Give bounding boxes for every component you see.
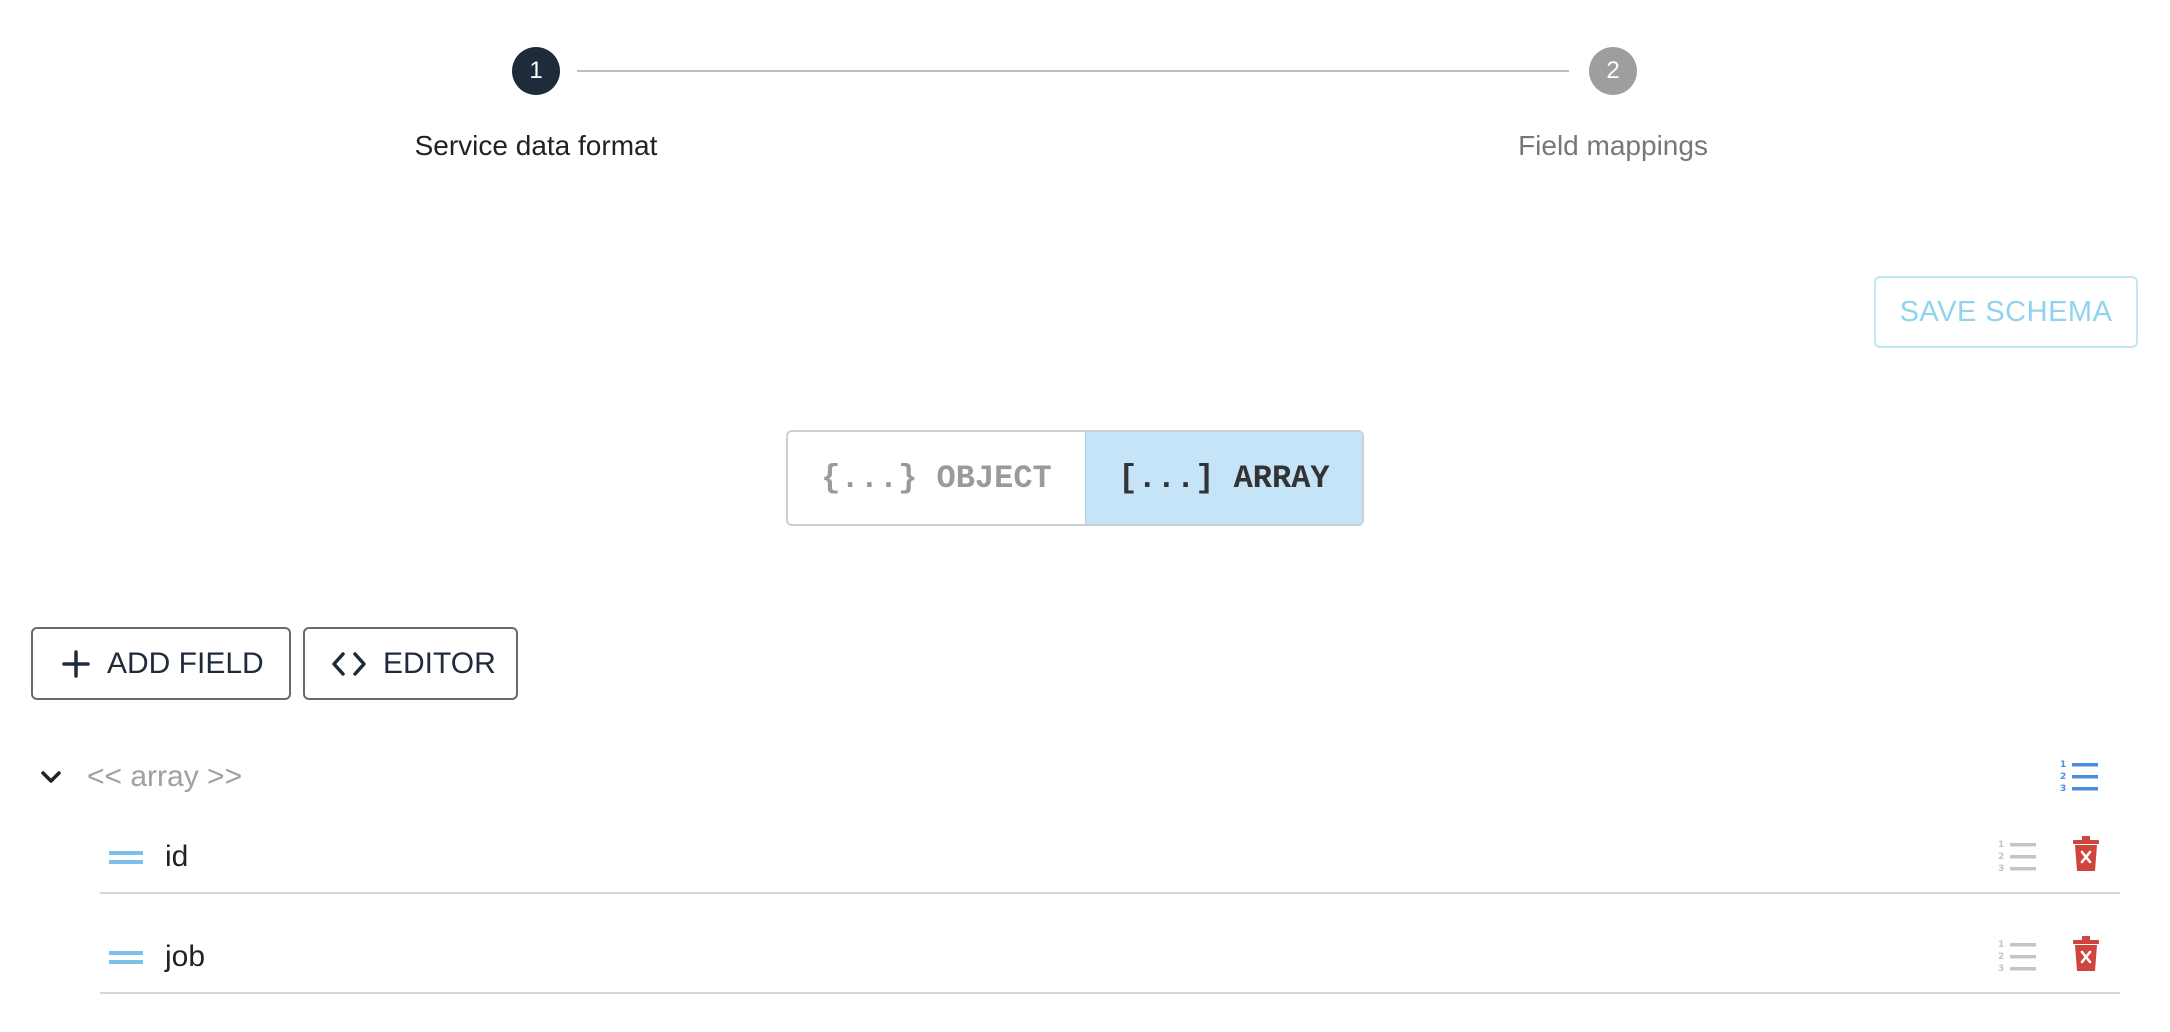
editor-button[interactable]: EDITOR [303,627,518,700]
step-1-number: 1 [529,57,543,84]
row-divider [100,992,2120,994]
drag-handle-icon[interactable] [109,948,143,973]
save-schema-button[interactable]: SAVE SCHEMA [1874,276,2138,348]
svg-text:2: 2 [2060,772,2066,782]
svg-text:3: 3 [2060,784,2066,794]
field-name-label: job [165,940,206,973]
list-numbered-icon[interactable]: 1 2 3 [1996,938,2038,981]
drag-handle-icon[interactable] [109,848,143,873]
step-2-circle[interactable]: 2 [1589,47,1637,95]
object-option-button[interactable]: {...} OBJECT [788,432,1085,524]
step-connector-line [577,70,1569,72]
step-1-label[interactable]: Service data format [336,130,736,162]
tree-root-row: << array >> 1 2 3 [30,752,2140,804]
svg-text:1: 1 [1998,840,2004,850]
svg-text:1: 1 [1998,940,2004,950]
chevron-down-icon[interactable] [38,764,64,795]
delete-icon[interactable] [2072,836,2100,877]
code-icon [331,651,367,677]
step-2-number: 2 [1606,57,1620,84]
stepper: 1 2 Service data format Field mappings [0,0,2170,180]
row-divider [100,892,2120,894]
list-numbered-icon[interactable]: 1 2 3 [2058,758,2100,801]
delete-icon[interactable] [2072,936,2100,977]
plus-icon [61,649,91,679]
list-item: job 1 2 3 [100,926,2120,996]
add-field-button[interactable]: ADD FIELD [31,627,291,700]
svg-text:2: 2 [1998,952,2004,962]
step-1-circle[interactable]: 1 [512,47,560,95]
svg-text:2: 2 [1998,852,2004,862]
add-field-label: ADD FIELD [107,646,264,680]
format-toggle: {...} OBJECT [...] ARRAY [786,430,1364,526]
svg-text:1: 1 [2060,760,2066,770]
list-item: id 1 2 3 [100,826,2120,896]
svg-text:3: 3 [1998,864,2004,874]
list-numbered-icon[interactable]: 1 2 3 [1996,838,2038,881]
array-root-label: << array >> [87,760,243,793]
field-name-label: id [165,840,189,873]
editor-label: EDITOR [383,646,496,680]
step-2-label[interactable]: Field mappings [1413,130,1813,162]
svg-text:3: 3 [1998,964,2004,974]
array-option-button[interactable]: [...] ARRAY [1085,432,1362,524]
